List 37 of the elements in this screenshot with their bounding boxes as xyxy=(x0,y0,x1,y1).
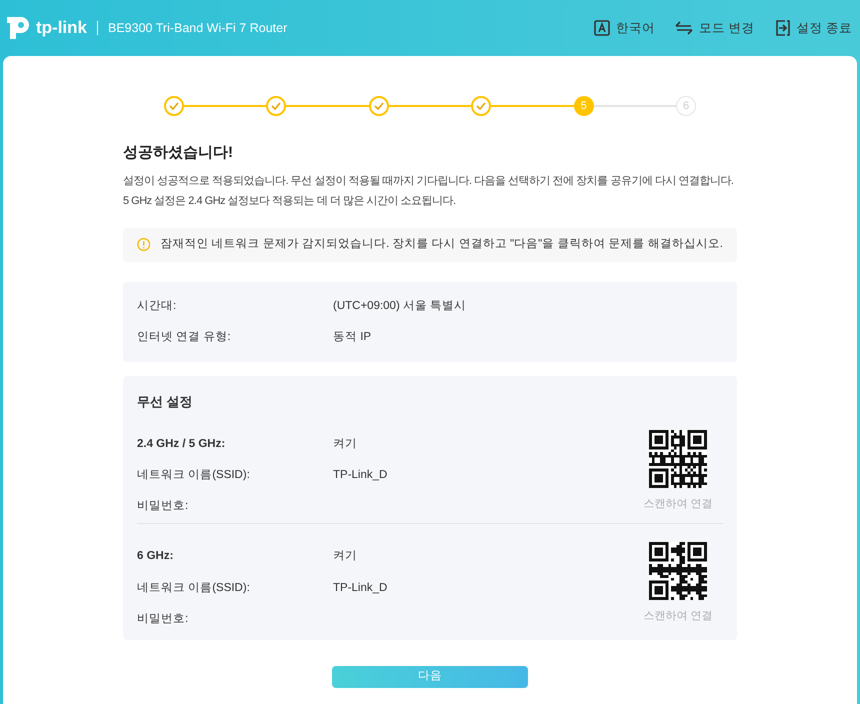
ssid-value: TP-Link_D xyxy=(333,468,388,483)
ssid-label: 네트워크 이름(SSID): xyxy=(137,580,251,596)
band-label: 6 GHz: xyxy=(137,549,174,564)
exit-icon xyxy=(774,20,791,36)
summary-value: (UTC+09:00) 서울 특별시 xyxy=(333,298,466,314)
header-action-button[interactable]: 모드 변경 xyxy=(675,18,755,38)
band-label: 2.4 GHz / 5 GHz: xyxy=(137,436,226,452)
check-icon xyxy=(169,102,179,110)
swap-arrows-icon xyxy=(675,21,694,35)
model-name: BE9300 Tri-Band Wi-Fi 7 Router xyxy=(108,20,288,37)
password-label: 비밀번호: xyxy=(137,499,190,514)
summary-value: 동적 IP xyxy=(333,330,372,345)
letter-a-icon xyxy=(594,20,610,36)
step-current: 5 xyxy=(574,96,594,116)
header-action-button[interactable]: 한국어 xyxy=(594,18,656,38)
page-title: 성공하셨습니다! xyxy=(123,143,234,163)
check-icon xyxy=(271,102,282,110)
wireless-title: 무선 설정 xyxy=(137,393,194,411)
warning-icon xyxy=(137,237,150,252)
ssid-label: 네트워크 이름(SSID): xyxy=(137,468,251,483)
qr-code-icon xyxy=(649,430,707,488)
qr-caption: 스캔하여 연결 xyxy=(643,496,713,512)
qr-code-icon xyxy=(649,542,707,600)
warning-text: 잠재적인 네트워크 문제가 감지되었습니다. 장치를 다시 연결하고 "다음"을 클릭하여 문제를 해결하십시오. xyxy=(160,236,723,252)
check-icon xyxy=(374,102,384,110)
band-status: 켜기 xyxy=(333,549,357,564)
description-text: 설정이 성공적으로 적용되었습니다. 무선 설정이 적용될 때까지 기다립니다. 다음을 선택하기 전에 장치를 공유기에 다시 연결합니다. xyxy=(123,174,734,188)
header-action-button[interactable]: 설정 종료 xyxy=(774,18,852,38)
check-icon xyxy=(476,102,486,110)
summary-label: 인터넷 연결 유형: xyxy=(137,330,232,345)
summary-label: 시간대: xyxy=(137,298,178,314)
ssid-value: TP-Link_D xyxy=(333,580,388,596)
band-status: 켜기 xyxy=(333,436,357,452)
qr-caption: 스캔하여 연결 xyxy=(643,609,713,624)
description-text: 5 GHz 설정은 2.4 GHz 설정보다 적용되는 데 더 많은 시간이 소요됩니다. xyxy=(123,194,456,209)
password-label: 비밀번호: xyxy=(137,612,190,627)
logo-text: tp-link xyxy=(36,17,87,40)
